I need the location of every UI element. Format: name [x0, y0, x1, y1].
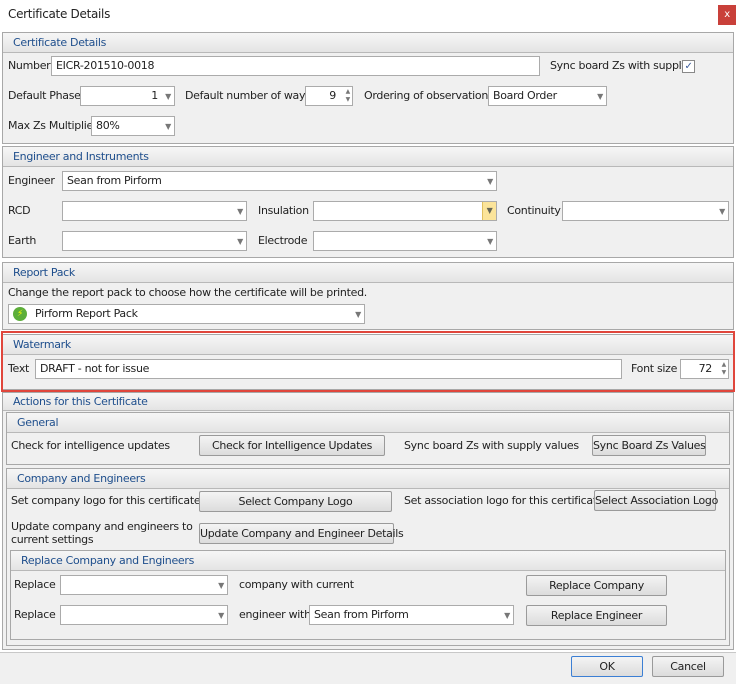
earth-label: Earth: [8, 234, 36, 247]
chevron-down-icon: ▼: [355, 310, 361, 319]
phase-label: Default Phase: [8, 89, 81, 102]
earth-combo[interactable]: ▼: [62, 231, 247, 251]
rcd-combo[interactable]: ▼: [62, 201, 247, 221]
replace-engineer-combo[interactable]: ▼: [60, 605, 228, 625]
maxzs-combo[interactable]: 80% ▼: [91, 116, 175, 136]
watermark-text-input[interactable]: DRAFT - not for issue: [35, 359, 622, 379]
phase-value: 1: [151, 89, 158, 102]
group-header: Company and Engineers: [7, 469, 729, 489]
group-header: Replace Company and Engineers: [11, 551, 725, 571]
current-engineer-combo[interactable]: Sean from Pirform ▼: [309, 605, 514, 625]
cancel-button[interactable]: Cancel: [652, 656, 724, 677]
ways-label: Default number of ways: [185, 89, 311, 102]
sync-values-label: Sync board Zs with supply values: [404, 439, 579, 452]
company-with-label: company with current: [239, 578, 354, 591]
fontsize-spinner[interactable]: 72 ▲ ▼: [680, 359, 729, 379]
replace-company-combo[interactable]: ▼: [60, 575, 228, 595]
chevron-down-icon[interactable]: ▼: [482, 202, 496, 220]
update-details-button[interactable]: Update Company and Engineer Details: [199, 523, 404, 544]
chevron-down-icon: ▼: [218, 581, 224, 590]
chevron-down-icon: ▼: [504, 611, 510, 620]
close-button[interactable]: x: [718, 5, 736, 25]
chevron-down-icon: ▼: [218, 611, 224, 620]
electrode-label: Electrode: [258, 234, 308, 247]
group-header: Report Pack: [3, 263, 733, 283]
maxzs-value: 80%: [96, 119, 120, 132]
chevron-down-icon: ▼: [487, 237, 493, 246]
replace-label: Replace: [14, 608, 56, 621]
chevron-down-icon: ▼: [487, 177, 493, 186]
update-label-2: current settings: [11, 533, 94, 546]
sync-label: Sync board Zs with supply: [550, 59, 688, 72]
maxzs-label: Max Zs Multiplier: [8, 119, 98, 132]
ways-spinner[interactable]: 9 ▲ ▼: [305, 86, 353, 106]
sync-checkbox[interactable]: ✓: [682, 60, 695, 73]
update-label-1: Update company and engineers to: [11, 520, 193, 533]
number-label: Number: [8, 59, 51, 72]
chevron-down-icon: ▼: [237, 207, 243, 216]
ordering-label: Ordering of observations: [364, 89, 494, 102]
insulation-label: Insulation: [258, 204, 309, 217]
report-pack-value: Pirform Report Pack: [35, 307, 138, 320]
pirform-logo-icon: ⚡: [13, 307, 27, 321]
continuity-combo[interactable]: ▼: [562, 201, 729, 221]
logo-label: Set company logo for this certificate: [11, 494, 201, 507]
spinner-arrows-icon[interactable]: ▲ ▼: [346, 88, 351, 104]
phase-combo[interactable]: 1 ▼: [80, 86, 175, 106]
assoc-label: Set association logo for this certificat…: [404, 494, 604, 507]
window-title: Certificate Details: [8, 7, 111, 21]
engineer-label: Engineer: [8, 174, 55, 187]
chevron-down-icon: ▼: [719, 207, 725, 216]
fontsize-label: Font size: [631, 362, 678, 375]
ordering-value: Board Order: [493, 89, 557, 102]
check-label: Check for intelligence updates: [11, 439, 170, 452]
watermark-text-label: Text: [8, 362, 30, 375]
continuity-label: Continuity: [507, 204, 561, 217]
report-description: Change the report pack to choose how the…: [8, 286, 367, 299]
spinner-arrows-icon[interactable]: ▲ ▼: [722, 361, 727, 377]
engineer-with-label: engineer with: [239, 608, 311, 621]
engineer-combo[interactable]: Sean from Pirform ▼: [62, 171, 497, 191]
replace-engineer-button[interactable]: Replace Engineer: [526, 605, 667, 626]
electrode-combo[interactable]: ▼: [313, 231, 497, 251]
insulation-combo[interactable]: ▼: [313, 201, 497, 221]
ways-value: 9: [329, 89, 336, 102]
fontsize-value: 72: [698, 362, 713, 375]
ok-button[interactable]: OK: [571, 656, 643, 677]
chevron-down-icon: ▼: [165, 122, 171, 131]
replace-company-button[interactable]: Replace Company: [526, 575, 667, 596]
current-engineer-value: Sean from Pirform: [314, 608, 409, 621]
rcd-label: RCD: [8, 204, 31, 217]
ordering-combo[interactable]: Board Order ▼: [488, 86, 607, 106]
chevron-down-icon: ▼: [165, 92, 171, 101]
group-header: Engineer and Instruments: [3, 147, 733, 167]
chevron-down-icon: ▼: [597, 92, 603, 101]
replace-label: Replace: [14, 578, 56, 591]
group-header: General: [7, 413, 729, 433]
select-company-logo-button[interactable]: Select Company Logo: [199, 491, 392, 512]
report-pack-combo[interactable]: ⚡ Pirform Report Pack ▼: [8, 304, 365, 324]
sync-zs-button[interactable]: Sync Board Zs Values: [592, 435, 706, 456]
select-association-logo-button[interactable]: Select Association Logo: [594, 490, 718, 511]
engineer-value: Sean from Pirform: [67, 174, 162, 187]
check-intelligence-button[interactable]: Check for Intelligence Updates: [199, 435, 385, 456]
number-input[interactable]: EICR-201510-0018: [51, 56, 540, 76]
chevron-down-icon: ▼: [237, 237, 243, 246]
group-header: Certificate Details: [3, 33, 733, 53]
group-header: Actions for this Certificate: [3, 393, 733, 411]
